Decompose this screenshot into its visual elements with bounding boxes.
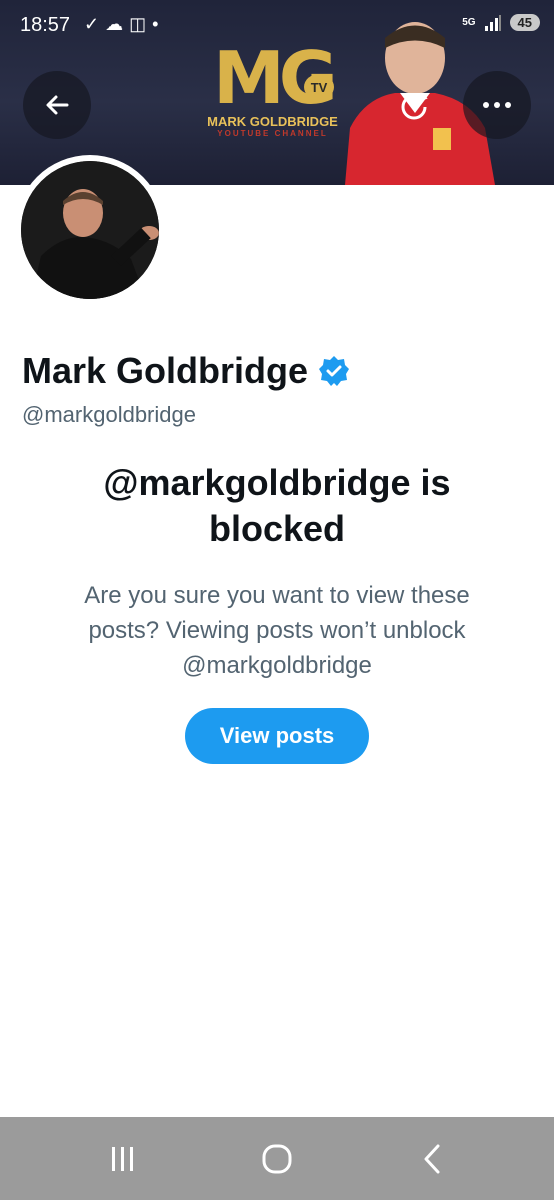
status-time: 18:57 [20, 14, 71, 36]
system-nav-bar [0, 1117, 554, 1200]
notification-icons: ✓☁◫• [84, 14, 165, 34]
view-posts-button[interactable]: View posts [185, 708, 369, 764]
back-arrow-icon [46, 95, 69, 115]
logo-subtitle: YOUTUBE CHANNEL [217, 129, 328, 138]
recent-apps-button[interactable] [102, 1139, 142, 1179]
avatar[interactable] [15, 155, 165, 305]
profile-name: Mark Goldbridge [22, 350, 309, 391]
network-label: 5G [462, 17, 476, 28]
refresh-button[interactable] [395, 88, 433, 126]
logo-name: MARK GOLDBRIDGE [207, 114, 338, 129]
blocked-description: Are you sure you want to view these post… [84, 582, 470, 679]
avatar-image [21, 161, 159, 299]
profile-handle: @markgoldbridge [22, 402, 196, 427]
refresh-icon [401, 92, 428, 120]
back-button[interactable] [23, 71, 91, 139]
more-icon [483, 102, 511, 108]
logo-tv-badge: TV [304, 74, 334, 100]
status-right: 5G 45 [462, 14, 540, 31]
profile-name-row: Mark Goldbridge [22, 350, 350, 392]
verified-badge-icon[interactable] [318, 355, 350, 387]
recent-apps-icon [112, 1147, 133, 1171]
signal-icon [484, 14, 501, 31]
home-icon [262, 1144, 292, 1174]
more-options-button[interactable] [463, 71, 531, 139]
home-button[interactable] [257, 1139, 297, 1179]
blocked-title: @markgoldbridge is blocked [103, 462, 451, 549]
status-bar: 18:57 ✓☁◫• 5G 45 [0, 0, 554, 52]
nav-back-button[interactable] [412, 1139, 452, 1179]
battery-indicator: 45 [509, 14, 540, 31]
nav-back-icon [424, 1144, 440, 1174]
